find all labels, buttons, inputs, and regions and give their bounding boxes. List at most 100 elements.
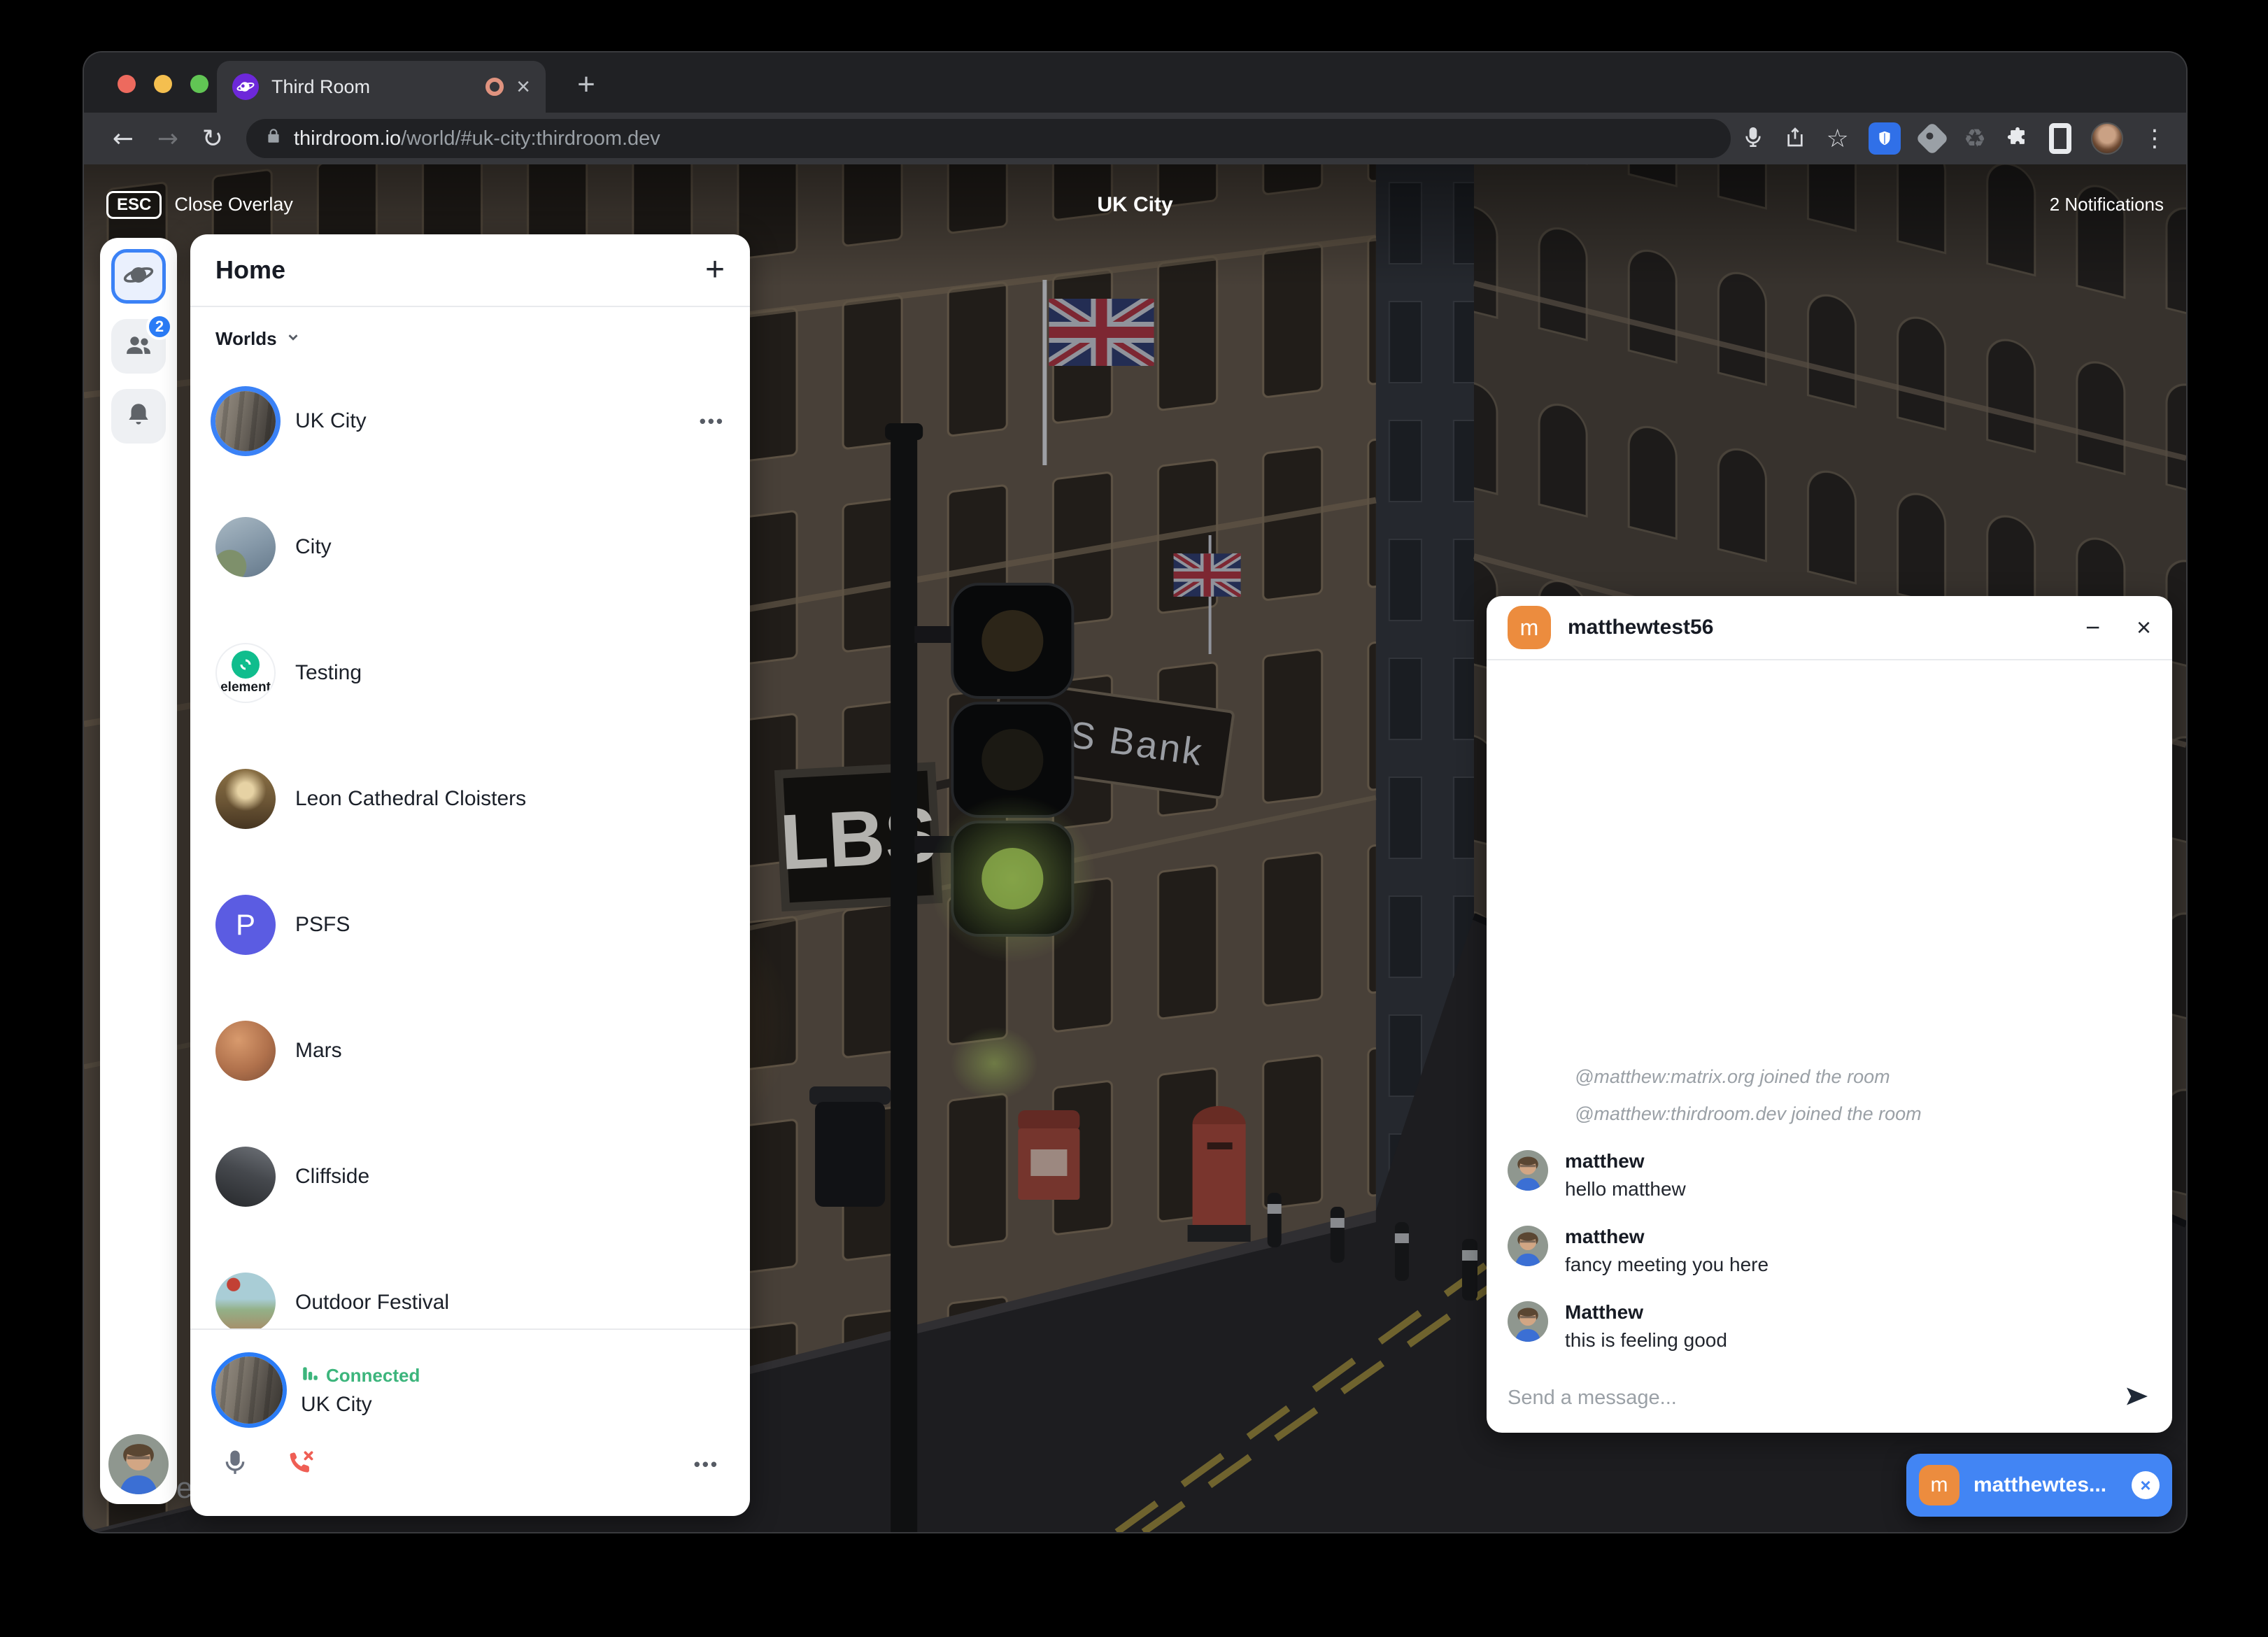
world-list-item[interactable]: Leon Cathedral Cloisters (215, 736, 725, 862)
back-button[interactable]: ← (101, 125, 146, 153)
chat-message: matthew hello matthew (1508, 1150, 2151, 1200)
world-list-item[interactable]: City (215, 484, 725, 610)
room-event: @matthew:matrix.org joined the room (1508, 1066, 2151, 1088)
world-list: UK City ••• City element (190, 353, 750, 1328)
minimize-window-button[interactable] (154, 75, 172, 93)
connection-status-label: Connected (326, 1365, 420, 1387)
member-pill-avatar: m (1919, 1465, 1959, 1505)
side-panel-icon[interactable] (2049, 123, 2071, 154)
esc-key-badge[interactable]: ESC (106, 191, 162, 219)
rail-item-friends[interactable]: 2 (111, 319, 166, 374)
sender-name: Matthew (1565, 1301, 1727, 1324)
rail-item-notifications[interactable] (111, 389, 166, 444)
forward-button[interactable]: → (146, 125, 190, 153)
bookmark-star-icon[interactable]: ☆ (1826, 125, 1848, 153)
close-tab-button[interactable]: × (516, 75, 530, 99)
world-avatar: P (215, 895, 276, 955)
message-text: hello matthew (1565, 1178, 1686, 1200)
fullscreen-window-button[interactable] (190, 75, 208, 93)
close-window-button[interactable] (118, 75, 136, 93)
thirdroom-favicon-icon (232, 73, 259, 100)
chat-message: Matthew this is feeling good (1508, 1301, 2151, 1352)
connected-world-avatar (215, 1356, 283, 1424)
world-title: UK City (1097, 193, 1172, 217)
toolbar-icons: ☆ ♻ ⋮ (1742, 122, 2169, 155)
close-chat-button[interactable]: × (2136, 615, 2151, 640)
planet-icon (123, 260, 154, 294)
voice-search-icon[interactable] (1742, 126, 1764, 152)
connection-status-card[interactable]: Connected UK City ••• (190, 1328, 750, 1516)
message-text: fancy meeting you here (1565, 1254, 1769, 1276)
recycle-extension-icon[interactable]: ♻ (1964, 125, 1986, 153)
rail-item-home[interactable] (111, 249, 166, 304)
reload-button[interactable]: ↻ (190, 125, 235, 153)
chat-message-list: @matthew:matrix.org joined the room @mat… (1487, 660, 2172, 1363)
microphone-button[interactable] (221, 1449, 249, 1480)
world-options-button[interactable]: ••• (700, 411, 725, 432)
bitwarden-extension-icon[interactable] (1869, 122, 1901, 155)
home-panel: Home + Worlds UK City ••• (190, 234, 750, 1516)
chat-title: matthewtest56 (1568, 616, 1713, 639)
url-path: /world/#uk-city:thirdroom.dev (401, 127, 660, 150)
extension-diamond-icon[interactable] (1915, 122, 1949, 155)
world-name: Leon Cathedral Cloisters (295, 787, 526, 811)
dismiss-member-pill-icon[interactable]: × (2132, 1471, 2160, 1499)
world-name: Outdoor Festival (295, 1291, 449, 1314)
user-avatar[interactable] (108, 1434, 169, 1494)
sender-avatar (1508, 1301, 1548, 1342)
member-pill-name: matthewtes... (1973, 1473, 2118, 1497)
worlds-section-toggle[interactable]: Worlds (190, 307, 750, 353)
create-world-button[interactable]: + (705, 253, 725, 287)
world-list-item[interactable]: UK City ••• (215, 358, 725, 484)
signal-bars-icon (301, 1364, 319, 1387)
world-list-item[interactable]: P PSFS (215, 862, 725, 988)
message-text: this is feeling good (1565, 1329, 1727, 1352)
world-avatar-element-logo: element (215, 643, 276, 703)
url-domain: thirdroom.io (294, 127, 401, 150)
page-title: Home (215, 255, 285, 285)
tab-title: Third Room (271, 76, 473, 98)
browser-tabstrip: Third Room × + (84, 52, 2186, 113)
member-pill[interactable]: m matthewtes... × (1906, 1454, 2172, 1517)
share-icon[interactable] (1784, 126, 1806, 152)
overlay-topbar: ESC Close Overlay UK City 2 Notification… (84, 164, 2186, 245)
hangup-call-button[interactable] (285, 1447, 316, 1482)
chat-window: m matthewtest56 − × @matthew:matrix.org … (1487, 596, 2172, 1433)
sender-avatar (1508, 1226, 1548, 1266)
address-bar[interactable]: thirdroom.io/world/#uk-city:thirdroom.de… (246, 119, 1731, 158)
world-list-item[interactable]: element Testing (215, 610, 725, 736)
browser-menu-icon[interactable]: ⋮ (2143, 125, 2167, 153)
browser-toolbar: ← → ↻ thirdroom.io/world/#uk-city:thirdr… (84, 113, 2186, 164)
notifications-button[interactable]: 2 Notifications (2050, 194, 2164, 215)
more-options-button[interactable]: ••• (694, 1454, 719, 1475)
tab-recording-indicator-icon (486, 78, 504, 96)
message-input[interactable] (1508, 1387, 2108, 1410)
bell-icon (124, 400, 153, 433)
world-avatar (215, 1273, 276, 1328)
world-list-item[interactable]: Cliffside (215, 1114, 725, 1240)
browser-window: Third Room × + ← → ↻ thirdroom.io/world/… (84, 52, 2186, 1532)
minimize-chat-button[interactable]: − (2085, 615, 2100, 640)
world-list-item[interactable]: Mars (215, 988, 725, 1114)
world-name: Cliffside (295, 1165, 369, 1189)
world-name: City (295, 535, 332, 559)
new-tab-button[interactable]: + (567, 65, 606, 104)
screen: Third Room × + ← → ↻ thirdroom.io/world/… (0, 0, 2268, 1637)
sender-name: matthew (1565, 1226, 1769, 1248)
extensions-puzzle-icon[interactable] (2006, 125, 2029, 153)
browser-tab[interactable]: Third Room × (217, 61, 546, 113)
friends-badge: 2 (146, 313, 173, 340)
close-overlay-button[interactable]: Close Overlay (174, 194, 293, 215)
world-avatar (215, 1021, 276, 1081)
world-avatar (215, 769, 276, 829)
send-message-icon[interactable] (2123, 1382, 2151, 1414)
world-avatar (215, 1147, 276, 1207)
worlds-section-label: Worlds (215, 328, 277, 350)
element-logo-icon (232, 651, 260, 679)
home-panel-header: Home + (190, 234, 750, 307)
world-viewport: LBS Bank LBS (84, 164, 2186, 1532)
world-name: UK City (295, 409, 367, 433)
world-list-item[interactable]: Outdoor Festival (215, 1240, 725, 1328)
world-name: Mars (295, 1039, 342, 1063)
browser-profile-avatar[interactable] (2091, 122, 2123, 155)
